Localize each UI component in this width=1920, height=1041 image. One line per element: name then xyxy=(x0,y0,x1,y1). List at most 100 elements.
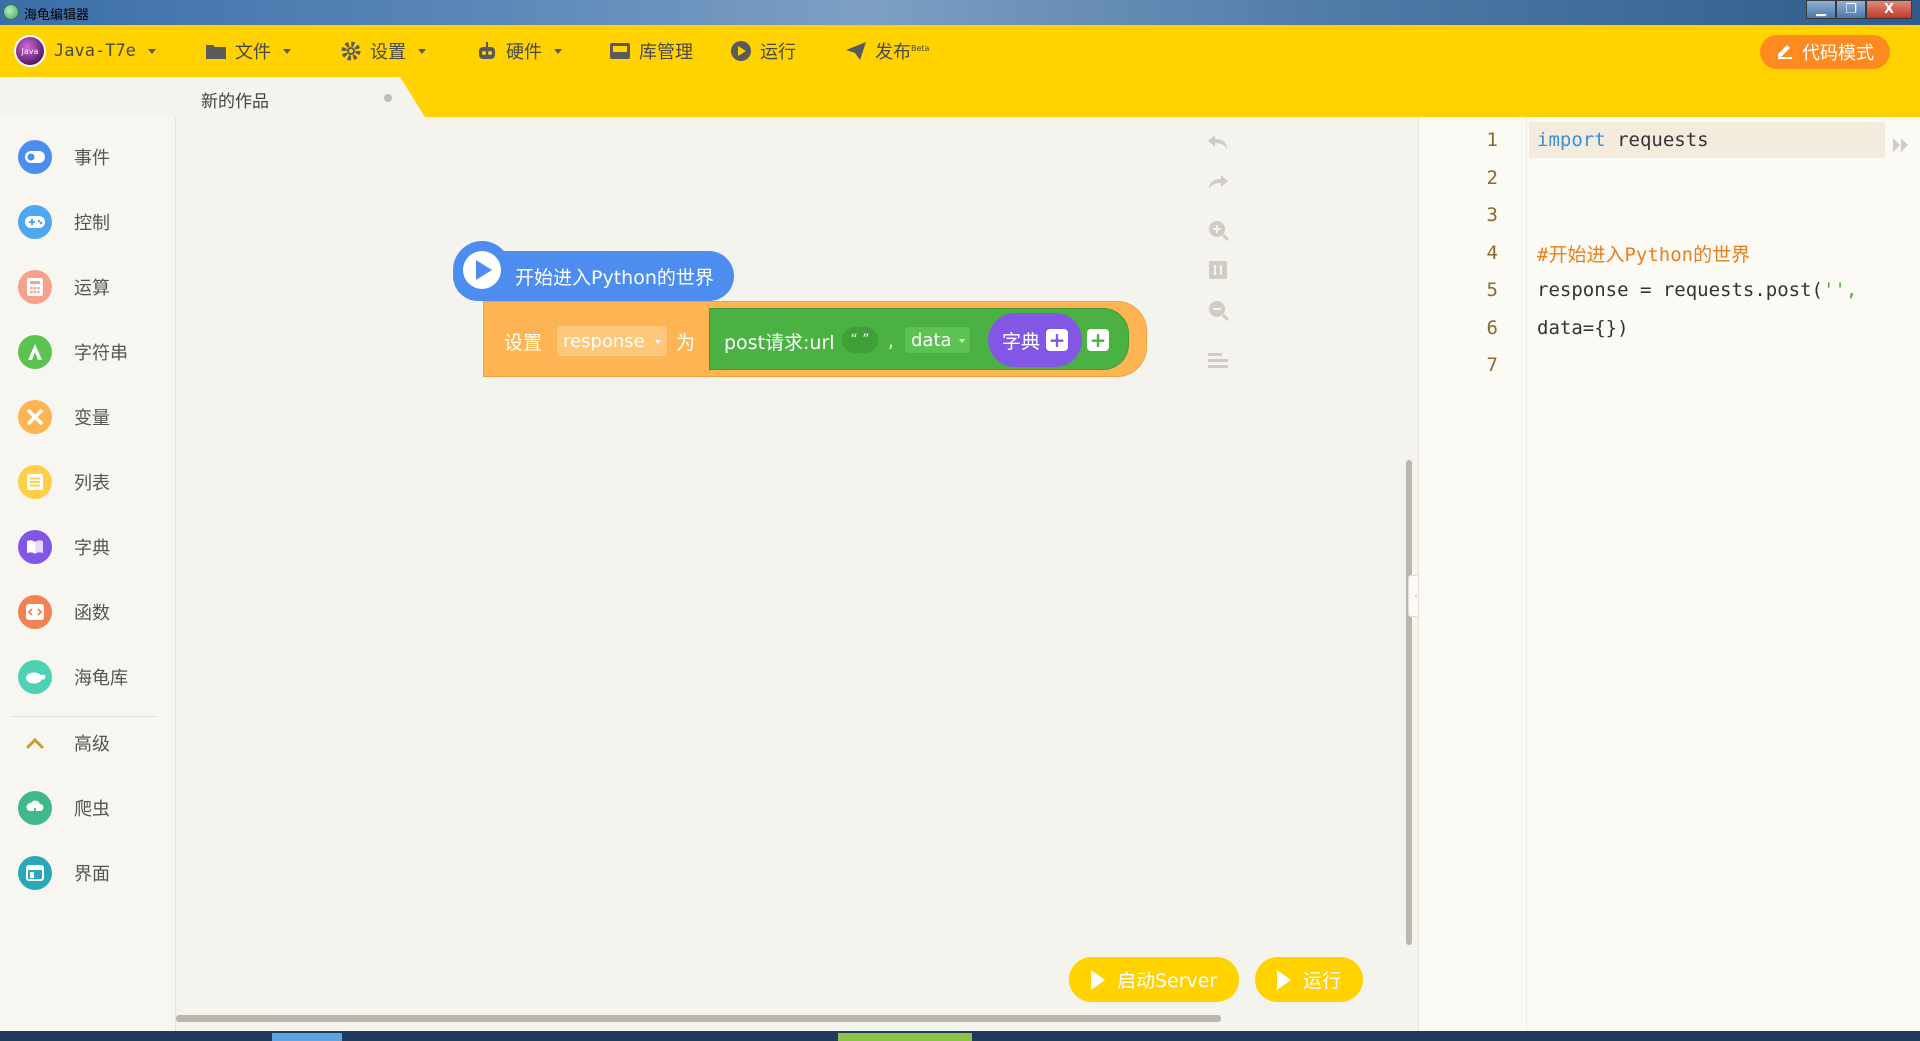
category-label: 运算 xyxy=(74,278,110,299)
spider-cloud-icon xyxy=(18,791,52,825)
post-add-param-icon[interactable]: + xyxy=(1087,329,1109,351)
category-label: 界面 xyxy=(74,864,110,885)
play-icon xyxy=(1091,969,1105,990)
align-blocks-icon[interactable] xyxy=(1206,348,1230,372)
menu-library-label: 库管理 xyxy=(639,42,693,63)
tab-strip: 新的作品 xyxy=(0,77,1920,117)
tab-title: 新的作品 xyxy=(201,92,269,112)
function-icon xyxy=(18,595,52,629)
line-number: 7 xyxy=(1486,354,1498,376)
zoom-reset-icon[interactable] xyxy=(1206,258,1230,282)
main-toolbar: Java Java-T7e 文件 设置 硬件 库管理 运行 发布Beta 代码模… xyxy=(0,25,1920,77)
collapse-pane-icon[interactable] xyxy=(1891,135,1911,160)
menu-run[interactable]: 运行 xyxy=(730,25,796,77)
category-label: 字符串 xyxy=(74,343,128,364)
book-icon xyxy=(18,530,52,564)
play-icon xyxy=(1277,969,1291,990)
block-workspace[interactable] xyxy=(176,117,1418,1031)
zoom-in-icon[interactable] xyxy=(1206,218,1230,242)
menu-settings-label: 设置 xyxy=(370,42,406,63)
code-comment: #开始进入Python的世界 xyxy=(1537,243,1751,266)
code-line[interactable]: import requests xyxy=(1529,122,1885,158)
category-label: 事件 xyxy=(74,148,110,169)
workspace-vertical-scrollbar[interactable] xyxy=(1406,460,1412,945)
category-ui[interactable]: 界面 xyxy=(18,853,168,893)
chevron-down-icon xyxy=(554,48,562,54)
variable-x-icon xyxy=(18,400,52,434)
gamepad-icon xyxy=(18,205,52,239)
menu-publish[interactable]: 发布Beta xyxy=(845,25,929,77)
category-label: 高级 xyxy=(74,734,110,755)
taskbar-item[interactable] xyxy=(838,1033,972,1041)
category-control[interactable]: 控制 xyxy=(18,202,168,242)
app-logo-icon xyxy=(3,4,19,20)
dict-block[interactable]: 字典 + xyxy=(988,313,1083,367)
category-strings[interactable]: 字符串 xyxy=(18,332,168,372)
start-server-button[interactable]: 启动Server xyxy=(1069,957,1240,1002)
category-events[interactable]: 事件 xyxy=(18,137,168,177)
code-line[interactable]: data={}) xyxy=(1529,310,1885,346)
maximize-button[interactable]: ❐ xyxy=(1836,0,1866,19)
category-label: 函数 xyxy=(74,603,110,624)
undo-icon[interactable] xyxy=(1206,130,1230,154)
taskbar-item[interactable] xyxy=(272,1033,342,1041)
minimize-button[interactable]: ▁ xyxy=(1806,0,1836,19)
post-request-block[interactable]: post请求:url “ ” , data 字典 + + xyxy=(709,308,1129,370)
post-request-label: post请求:url xyxy=(724,332,835,354)
menu-settings[interactable]: 设置 xyxy=(340,25,426,77)
menu-file-label: 文件 xyxy=(235,42,271,63)
code-mode-label: 代码模式 xyxy=(1802,43,1874,64)
url-string-input[interactable]: “ ” xyxy=(842,327,878,353)
category-label: 海龟库 xyxy=(74,668,128,689)
code-text: data={}) xyxy=(1537,317,1629,339)
tab-new-project[interactable]: 新的作品 xyxy=(180,77,425,117)
dict-add-item-icon[interactable]: + xyxy=(1046,329,1069,351)
code-line[interactable]: #开始进入Python的世界 xyxy=(1529,235,1885,271)
code-line[interactable] xyxy=(1529,347,1885,383)
category-label: 变量 xyxy=(74,408,110,429)
category-advanced-toggle[interactable]: 高级 xyxy=(18,723,168,763)
set-variable-block[interactable]: 设置 response 为 post请求:url “ ” , data 字典 +… xyxy=(483,301,1147,377)
gear-icon xyxy=(340,40,362,62)
redo-icon[interactable] xyxy=(1206,170,1230,194)
start-play-button[interactable] xyxy=(453,241,511,299)
category-lists[interactable]: 列表 xyxy=(18,462,168,502)
code-line[interactable] xyxy=(1529,197,1885,233)
category-variables[interactable]: 变量 xyxy=(18,397,168,437)
category-sidebar: 事件 控制 运算 字符串 变量 列表 字典 函数 海龟库 高级 爬虫 界面 xyxy=(0,117,176,1031)
menu-file[interactable]: 文件 xyxy=(205,25,291,77)
to-label: 为 xyxy=(676,332,696,354)
workspace-horizontal-scrollbar[interactable] xyxy=(176,1015,1221,1022)
close-button[interactable]: X xyxy=(1866,0,1912,19)
code-string: '', xyxy=(1822,279,1858,301)
code-preview-pane: 1 2 3 4 5 6 7 import requests #开始进入Pytho… xyxy=(1418,117,1920,1031)
turtle-icon xyxy=(18,660,52,694)
category-operators[interactable]: 运算 xyxy=(18,267,168,307)
code-line[interactable] xyxy=(1529,160,1885,196)
tab-close-dot[interactable] xyxy=(384,94,392,102)
code-mode-button[interactable]: 代码模式 xyxy=(1760,35,1890,69)
zoom-out-icon[interactable] xyxy=(1206,298,1230,322)
code-line[interactable]: response = requests.post('', xyxy=(1529,272,1885,308)
menu-library[interactable]: 库管理 xyxy=(609,25,693,77)
category-label: 控制 xyxy=(74,213,110,234)
window-controls: ▁ ❐ X xyxy=(1806,0,1912,19)
category-crawler[interactable]: 爬虫 xyxy=(18,788,168,828)
play-circle-icon xyxy=(730,40,752,62)
window-icon xyxy=(18,856,52,890)
chevron-down-icon xyxy=(654,340,661,344)
list-icon xyxy=(18,465,52,499)
menu-hardware-label: 硬件 xyxy=(506,42,542,63)
window-titlebar: 海龟编辑器 ▁ ❐ X xyxy=(0,0,1920,25)
paper-plane-icon xyxy=(845,40,867,62)
menu-hardware[interactable]: 硬件 xyxy=(476,25,562,77)
avatar: Java xyxy=(14,35,46,67)
variable-dropdown[interactable]: response xyxy=(556,325,668,357)
category-functions[interactable]: 函数 xyxy=(18,592,168,632)
category-dict[interactable]: 字典 xyxy=(18,527,168,567)
user-menu[interactable]: Java Java-T7e xyxy=(14,25,156,77)
data-param-dropdown[interactable]: data xyxy=(904,326,971,354)
category-turtle[interactable]: 海龟库 xyxy=(18,657,168,697)
line-number: 2 xyxy=(1486,167,1498,189)
run-button[interactable]: 运行 xyxy=(1255,957,1364,1002)
